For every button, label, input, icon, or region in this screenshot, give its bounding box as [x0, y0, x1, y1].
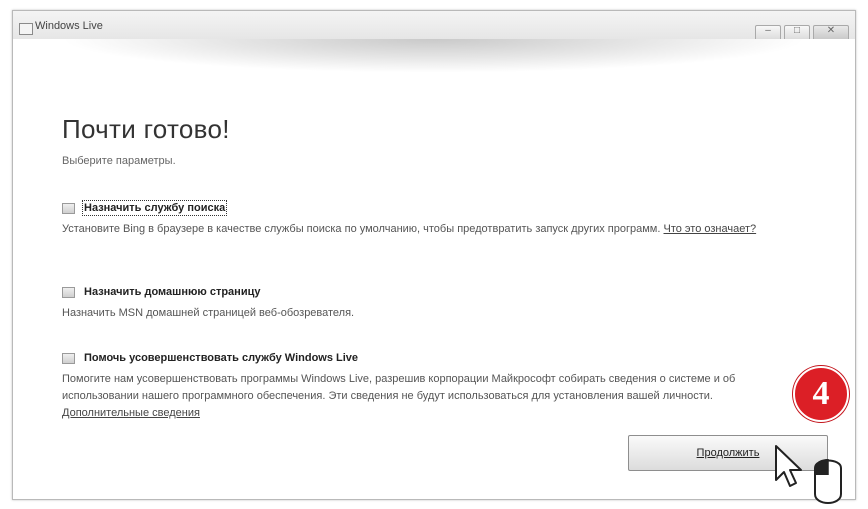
header-swoosh — [13, 39, 855, 109]
home-page-label[interactable]: Назначить домашнюю страницу — [84, 286, 260, 298]
installer-window: Windows Live – □ ✕ Почти готово! Выберит… — [12, 10, 856, 500]
step-number-badge: 4 — [793, 366, 849, 422]
page-subtitle: Выберите параметры. — [62, 155, 176, 167]
window-icon — [19, 23, 33, 35]
search-provider-label[interactable]: Назначить службу поиска — [81, 200, 228, 216]
search-provider-description: Установите Bing в браузере в качестве сл… — [62, 221, 797, 238]
mouse-cursor-icon — [775, 445, 842, 504]
option-home-page: Назначить домашнюю страницу Назначить MS… — [62, 286, 797, 322]
what-does-this-mean-link[interactable]: Что это означает? — [664, 223, 757, 235]
option-search-provider: Назначить службу поиска Установите Bing … — [62, 200, 797, 238]
maximize-icon: □ — [793, 25, 801, 36]
search-provider-text: Установите Bing в браузере в качестве сл… — [62, 223, 661, 235]
home-page-description: Назначить MSN домашней страницей веб-обо… — [62, 307, 355, 319]
improvement-program-description: Помогите нам усовершенствовать программы… — [62, 371, 777, 422]
minimize-icon: – — [765, 25, 771, 36]
improvement-program-checkbox[interactable] — [62, 352, 75, 364]
option-improvement-program: Помочь усовершенствовать службу Windows … — [62, 352, 777, 422]
improvement-program-label[interactable]: Помочь усовершенствовать службу Windows … — [84, 352, 358, 364]
search-provider-checkbox[interactable] — [62, 202, 75, 214]
page-title: Почти готово! — [62, 114, 230, 144]
home-page-checkbox[interactable] — [62, 286, 75, 298]
improvement-program-text: Помогите нам усовершенствовать программы… — [62, 373, 736, 402]
window-title: Windows Live — [35, 20, 103, 32]
main-content: Почти готово! Выберите параметры. Назнач… — [62, 114, 802, 419]
close-icon: ✕ — [826, 25, 836, 36]
more-info-link[interactable]: Дополнительные сведения — [62, 407, 200, 419]
